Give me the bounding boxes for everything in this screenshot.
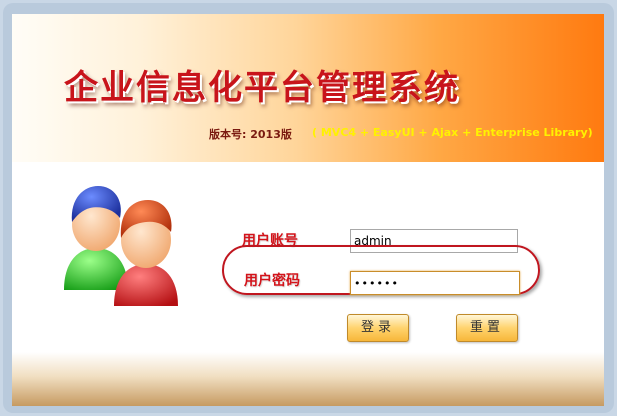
version-label: 版本号: 2013版 xyxy=(209,128,292,141)
login-button[interactable]: 登录 xyxy=(347,314,409,342)
app-title: 企业信息化平台管理系统 xyxy=(64,68,460,108)
password-label: 用户密码 xyxy=(244,273,300,289)
header-banner: 企业信息化平台管理系统 版本号: 2013版 ( MVC4 + EasyUI +… xyxy=(12,14,604,162)
users-icon xyxy=(64,186,178,306)
password-input[interactable] xyxy=(350,271,520,295)
tech-stack-label: ( MVC4 + EasyUI + Ajax + Enterprise Libr… xyxy=(312,126,593,139)
footer-bar xyxy=(12,352,604,406)
reset-button[interactable]: 重置 xyxy=(456,314,518,342)
